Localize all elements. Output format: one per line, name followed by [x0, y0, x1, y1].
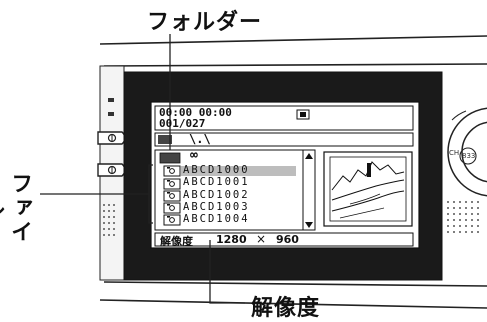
scrollbar[interactable] — [302, 149, 316, 231]
resolution-callout-label: 解像度 — [251, 296, 321, 321]
folder-callout-label: フォルダー — [147, 10, 263, 35]
record-icon — [296, 109, 310, 120]
file-callout-label: ファイル — [0, 160, 33, 255]
list-item[interactable]: ABCD1004 — [183, 214, 250, 226]
screen-path: \.\ — [189, 132, 211, 146]
resolution-width: 1280 — [216, 233, 247, 246]
remote-label: 833 — [462, 152, 476, 160]
resolution-label: 解像度 — [160, 235, 193, 248]
camera-file-icon — [163, 214, 181, 226]
folder-symbol: ∞ — [190, 148, 198, 163]
folder-icon — [159, 152, 181, 164]
device-diagram — [40, 34, 487, 309]
camera-file-icon — [163, 202, 181, 214]
file-callout-text: ファイル — [0, 171, 32, 244]
screen-counter: 001/027 — [159, 117, 206, 130]
speaker-grille-icon — [447, 201, 479, 233]
resolution-height: 960 — [276, 233, 299, 246]
camera-file-icon — [163, 178, 181, 190]
resolution-times: × — [256, 232, 267, 246]
camera-file-icon — [163, 165, 181, 177]
side-button-bottom[interactable] — [97, 163, 126, 177]
camera-file-icon — [163, 190, 181, 202]
file-list: ABCD1000 ABCD1001 ABCD1002 ABCD1003 ABCD… — [183, 164, 250, 226]
side-button-top[interactable] — [97, 131, 126, 145]
mountain-preview-icon — [323, 151, 413, 227]
list-item[interactable]: ABCD1001 — [183, 177, 250, 189]
channel-label: CH — [449, 149, 460, 157]
